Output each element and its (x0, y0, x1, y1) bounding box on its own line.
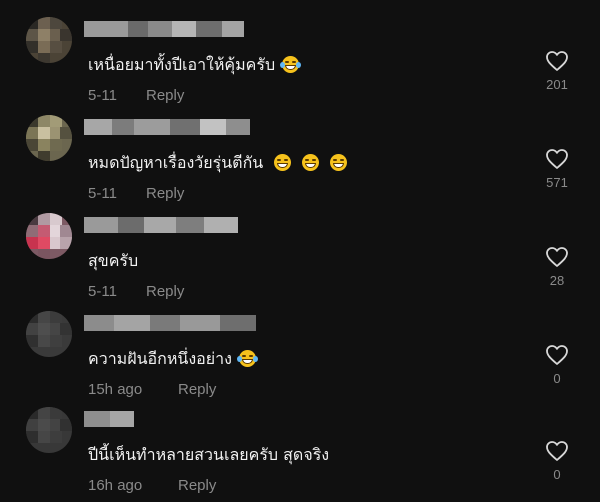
comment-text: เหนื่อยมาทั้งปีเอาให้คุ้มครับ (88, 54, 302, 76)
comment-item: สุขครับ 5-11 Reply 28 (0, 210, 600, 308)
comment-text: สุขครับ (88, 251, 139, 270)
comment-item: เหนื่อยมาทั้งปีเอาให้คุ้มครับ 5-11 Reply… (0, 14, 600, 112)
username-blurred[interactable] (84, 21, 244, 37)
like-count: 0 (553, 371, 561, 386)
like-button[interactable]: 0 (540, 344, 574, 386)
like-count: 201 (546, 77, 568, 92)
like-count: 571 (546, 175, 568, 190)
comment-item: ความฝันอีกหนึ่งอย่าง 15h ago Reply 0 (0, 308, 600, 406)
like-count: 0 (553, 467, 561, 482)
heart-outline-icon[interactable] (545, 344, 569, 366)
face-with-tears-of-joy-icon (280, 56, 302, 73)
face-with-tears-of-joy-icon (237, 350, 258, 367)
reply-button[interactable]: Reply (178, 381, 216, 398)
comment-item: ปีนี้เห็นทำหลายสวนเลยครับ สุดจริง 16h ag… (0, 404, 600, 502)
username-blurred[interactable] (84, 315, 256, 331)
comment-meta: 15h ago Reply (88, 381, 216, 398)
avatar[interactable] (26, 213, 72, 259)
like-button[interactable]: 571 (540, 148, 574, 190)
reply-button[interactable]: Reply (146, 87, 184, 104)
like-button[interactable]: 28 (540, 246, 574, 288)
reply-button[interactable]: Reply (146, 283, 184, 300)
reply-button[interactable]: Reply (146, 185, 184, 202)
avatar[interactable] (26, 311, 72, 357)
comment-meta: 16h ago Reply (88, 477, 216, 494)
heart-outline-icon[interactable] (545, 440, 569, 462)
grinning-face-with-smiling-eyes-icon (274, 154, 292, 171)
comment-date: 16h ago (88, 477, 143, 494)
avatar[interactable] (26, 115, 72, 161)
comment-meta: 5-11 Reply (88, 185, 184, 202)
like-button[interactable]: 0 (540, 440, 574, 482)
comment-text: ความฝันอีกหนึ่งอย่าง (88, 348, 258, 370)
comment-text: หมดปัญหาเรื่องวัยรุ่นตีกัน (88, 152, 348, 174)
username-blurred[interactable] (84, 411, 134, 427)
grinning-face-with-smiling-eyes-icon (302, 154, 320, 171)
heart-outline-icon[interactable] (545, 50, 569, 72)
avatar[interactable] (26, 17, 72, 63)
like-button[interactable]: 201 (540, 50, 574, 92)
grinning-face-with-smiling-eyes-icon (330, 154, 348, 171)
reply-button[interactable]: Reply (178, 477, 216, 494)
like-count: 28 (549, 273, 565, 288)
comment-meta: 5-11 Reply (88, 87, 184, 104)
comment-meta: 5-11 Reply (88, 283, 184, 300)
comment-text: ปีนี้เห็นทำหลายสวนเลยครับ สุดจริง (88, 445, 330, 464)
comment-date: 15h ago (88, 381, 143, 398)
comment-date: 5-11 (88, 283, 117, 300)
comment-item: หมดปัญหาเรื่องวัยรุ่นตีกัน 5-11 Reply 57… (0, 112, 600, 210)
comment-date: 5-11 (88, 185, 117, 202)
avatar[interactable] (26, 407, 72, 453)
username-blurred[interactable] (84, 217, 238, 233)
username-blurred[interactable] (84, 119, 250, 135)
heart-outline-icon[interactable] (545, 148, 569, 170)
comment-date: 5-11 (88, 87, 117, 104)
heart-outline-icon[interactable] (545, 246, 569, 268)
